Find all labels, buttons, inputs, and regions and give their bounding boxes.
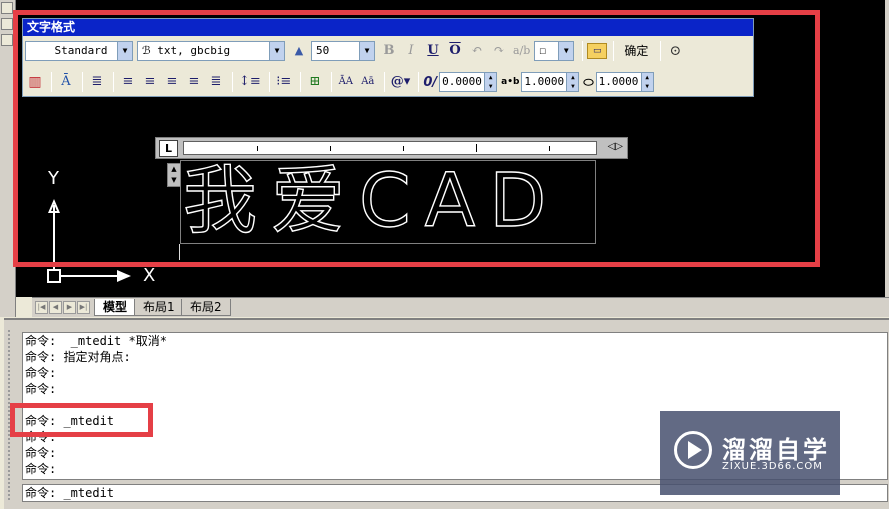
highlight-toolbar	[13, 10, 820, 267]
prev-tab-icon[interactable]: ◀	[49, 301, 62, 314]
command-history-line: 命令:	[25, 382, 57, 396]
layout-tab-strip: |◀ ◀ ▶ ▶| 模型 布局1 布局2	[32, 297, 889, 317]
ucs-origin-box	[47, 269, 61, 283]
tab-layout1[interactable]: 布局1	[134, 299, 184, 316]
last-tab-icon[interactable]: ▶|	[77, 301, 90, 314]
command-history-line: 命令:	[25, 366, 57, 380]
ucs-x-arrow-icon	[117, 270, 131, 282]
ucs-x-label: X	[143, 265, 156, 286]
tool-button[interactable]	[1, 2, 13, 14]
next-tab-icon[interactable]: ▶	[63, 301, 76, 314]
first-tab-icon[interactable]: |◀	[35, 301, 48, 314]
tool-button[interactable]	[1, 18, 13, 30]
tab-model[interactable]: 模型	[94, 299, 137, 316]
window-border	[885, 0, 889, 297]
watermark-logo: 溜溜自学 ZIXUE.3D66.COM	[660, 411, 840, 495]
tool-button[interactable]	[1, 34, 13, 46]
watermark-url: ZIXUE.3D66.COM	[722, 461, 823, 472]
play-icon	[688, 441, 702, 459]
highlight-command	[10, 403, 153, 437]
command-history-line: 命令: 指定对角点:	[25, 350, 131, 364]
ucs-x-axis	[61, 275, 121, 277]
command-history-line: 命令: _mtedit *取消*	[25, 334, 167, 348]
tab-layout2[interactable]: 布局2	[181, 299, 231, 316]
watermark-title: 溜溜自学	[722, 436, 830, 464]
